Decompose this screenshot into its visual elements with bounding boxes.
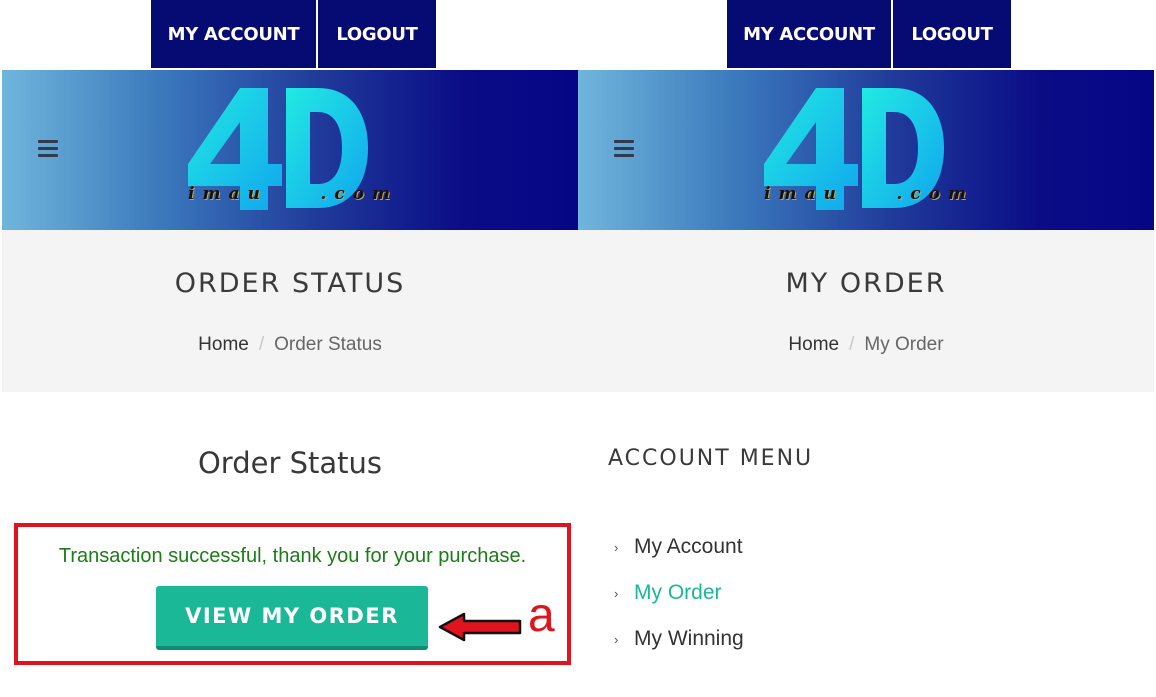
account-menu-item-my-order[interactable]: › My Order <box>614 570 744 616</box>
top-nav: MY ACCOUNT LOGOUT <box>578 0 1154 70</box>
my-account-nav-button[interactable]: MY ACCOUNT <box>151 0 316 68</box>
page-header: ORDER STATUS Home / Order Status <box>2 230 578 392</box>
breadcrumb: Home / My Order <box>578 334 1154 356</box>
site-logo[interactable]: imau.com <box>182 82 402 222</box>
breadcrumb: Home / Order Status <box>2 334 578 356</box>
order-status-heading: Order Status <box>197 446 383 480</box>
view-my-order-button[interactable]: VIEW MY ORDER <box>156 586 428 650</box>
logo-wordmark: imau.com <box>188 184 398 204</box>
annotation-arrow-icon <box>438 612 522 642</box>
site-banner: imau.com <box>2 70 578 230</box>
hamburger-menu-icon[interactable] <box>614 140 634 158</box>
breadcrumb-home-link[interactable]: Home <box>198 334 249 355</box>
logout-nav-button[interactable]: LOGOUT <box>893 0 1011 68</box>
breadcrumb-separator: / <box>849 334 855 355</box>
site-logo[interactable]: imau.com <box>758 82 978 222</box>
account-menu: › My Account › My Order › My Winning <box>614 524 744 662</box>
logo-wordmark: imau.com <box>764 184 974 204</box>
annotation-label: a <box>528 589 555 642</box>
breadcrumb-current: Order Status <box>274 334 382 355</box>
chevron-right-icon: › <box>614 585 619 601</box>
success-message: Transaction successful, thank you for yo… <box>58 545 527 567</box>
account-menu-item-my-account[interactable]: › My Account <box>614 524 744 570</box>
highlight-box: Transaction successful, thank you for yo… <box>14 523 571 665</box>
menu-item-label: My Account <box>634 535 743 558</box>
my-account-nav-button[interactable]: MY ACCOUNT <box>727 0 891 68</box>
site-banner: imau.com <box>578 70 1154 230</box>
page-header: MY ORDER Home / My Order <box>578 230 1154 392</box>
page-title: ORDER STATUS <box>174 268 406 299</box>
chevron-right-icon: › <box>614 539 619 555</box>
menu-item-label: My Order <box>634 581 722 604</box>
my-order-screen: MY ACCOUNT LOGOUT imau.com MY ORDER Home… <box>578 0 1154 697</box>
hamburger-menu-icon[interactable] <box>38 140 58 158</box>
account-menu-item-my-winning[interactable]: › My Winning <box>614 616 744 662</box>
order-status-screen: MY ACCOUNT LOGOUT imau.com ORDER STATUS <box>2 0 578 697</box>
logout-nav-button[interactable]: LOGOUT <box>318 0 436 68</box>
breadcrumb-current: My Order <box>864 334 944 355</box>
account-menu-heading: ACCOUNT MENU <box>608 446 814 471</box>
chevron-right-icon: › <box>614 631 619 647</box>
breadcrumb-home-link[interactable]: Home <box>788 334 839 355</box>
menu-item-label: My Winning <box>634 627 744 650</box>
breadcrumb-separator: / <box>258 334 265 355</box>
page-title: MY ORDER <box>785 268 947 299</box>
top-nav: MY ACCOUNT LOGOUT <box>2 0 578 70</box>
